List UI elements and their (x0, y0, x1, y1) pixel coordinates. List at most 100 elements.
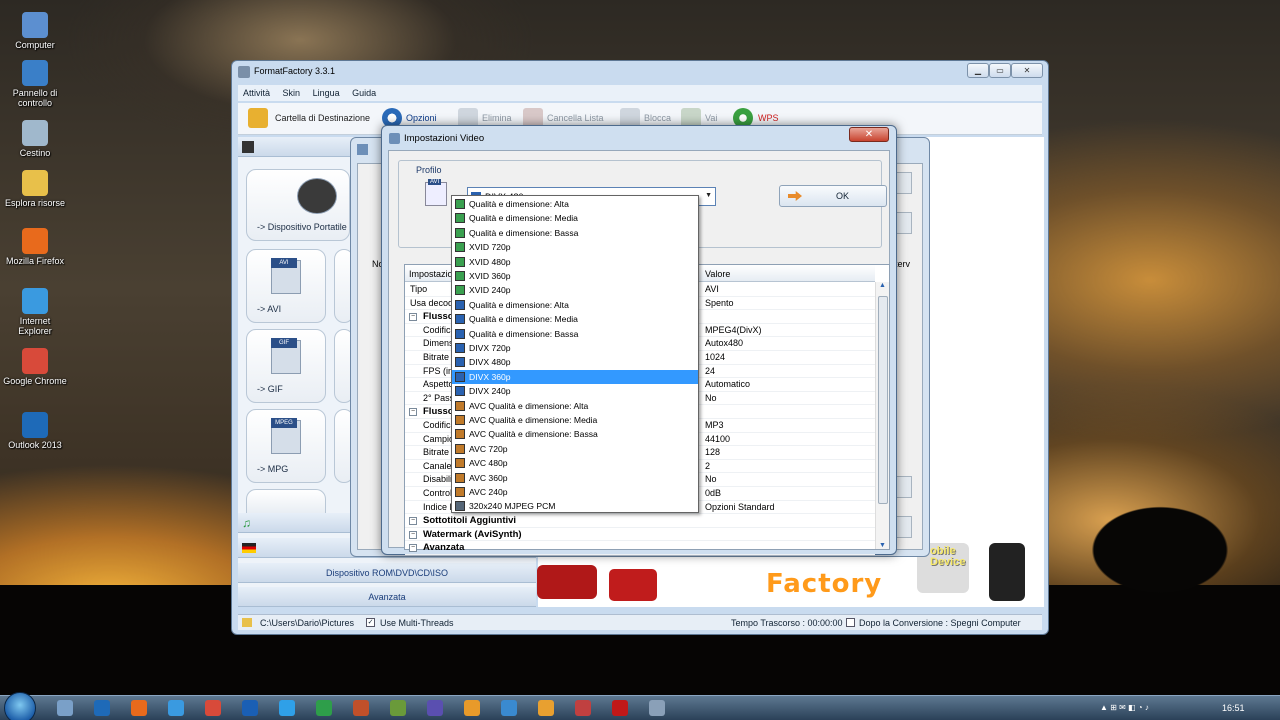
stop-button[interactable]: Blocca (644, 113, 671, 123)
dropdown-option[interactable]: AVC 720p (452, 442, 698, 456)
scroll-thumb[interactable] (878, 296, 888, 504)
desktop-icon[interactable]: Pannello di controllo (3, 60, 67, 108)
format-next[interactable] (246, 489, 326, 513)
desktop-icon[interactable]: Esplora risorse (3, 170, 67, 208)
format-avi[interactable]: AVI -> AVI (246, 249, 326, 323)
dropdown-option[interactable]: Qualità e dimensione: Bassa (452, 327, 698, 341)
dropdown-option[interactable]: XVID 480p (452, 255, 698, 269)
maximize-button[interactable]: ▭ (989, 63, 1011, 78)
close-button[interactable]: ✕ (1011, 63, 1043, 78)
go-button[interactable]: Vai (705, 113, 717, 123)
system-tray[interactable]: ▲ ⊞ ✉ ◧ ◔ ♪ (1100, 703, 1149, 712)
rom-category-bar[interactable]: Dispositivo ROM\DVD\CD\ISO (238, 563, 536, 583)
desktop-icon[interactable]: Internet Explorer (3, 288, 67, 336)
dropdown-option[interactable]: Qualità e dimensione: Media (452, 211, 698, 225)
format-gif[interactable]: GIF -> GIF (246, 329, 326, 403)
delete-button[interactable]: Elimina (482, 113, 512, 123)
dropdown-option[interactable]: XVID 360p (452, 269, 698, 283)
codec-icon (455, 199, 465, 209)
desktop-icon[interactable]: Outlook 2013 (3, 412, 67, 450)
expand-toggle-icon[interactable]: − (409, 544, 417, 553)
rom-category-label: Dispositivo ROM\DVD\CD\ISO (325, 568, 449, 578)
taskbar-app-icon[interactable] (131, 700, 147, 716)
format-label: -> GIF (257, 384, 283, 394)
taskbar-app-icon[interactable] (427, 700, 443, 716)
desktop-icon[interactable]: Computer (3, 12, 67, 50)
menu-guida[interactable]: Guida (347, 85, 381, 98)
menu-lingua[interactable]: Lingua (308, 85, 345, 98)
grid-scrollbar[interactable]: ▲ ▼ (875, 282, 889, 549)
dropdown-option[interactable]: AVC Qualità e dimensione: Bassa (452, 427, 698, 441)
desktop-icon[interactable]: Mozilla Firefox (3, 228, 67, 266)
options-button[interactable]: Opzioni (406, 113, 437, 123)
dropdown-option[interactable]: AVC 480p (452, 456, 698, 470)
expand-toggle-icon[interactable]: − (409, 313, 417, 322)
dropdown-option[interactable]: Qualità e dimensione: Alta (452, 197, 698, 211)
clock[interactable]: 16:51 (1222, 703, 1245, 713)
taskbar-app-icon[interactable] (612, 700, 628, 716)
taskbar-app-icon[interactable] (353, 700, 369, 716)
grid-row[interactable]: − Watermark (AviSynth) (405, 528, 875, 542)
dropdown-option-label: AVC 360p (469, 472, 508, 483)
dropdown-option[interactable]: AVC Qualità e dimensione: Alta (452, 399, 698, 413)
multithreads-label: Use Multi-Threads (380, 618, 454, 628)
expand-toggle-icon[interactable]: − (409, 408, 417, 417)
taskbar-app-icon[interactable] (464, 700, 480, 716)
destination-button[interactable]: Cartella di Destinazione (275, 113, 370, 123)
taskbar-app-icon[interactable] (316, 700, 332, 716)
advanced-category-bar[interactable]: Avanzata (238, 587, 536, 607)
taskbar-app-icon[interactable] (575, 700, 591, 716)
dropdown-option[interactable]: DIVX 720p (452, 341, 698, 355)
clear-list-button[interactable]: Cancella Lista (547, 113, 604, 123)
grid-row[interactable]: − Sottotitoli Aggiuntivi (405, 514, 875, 528)
scroll-up-icon[interactable]: ▲ (879, 282, 886, 289)
taskbar-app-icon[interactable] (57, 700, 73, 716)
menu-skin[interactable]: Skin (278, 85, 306, 98)
folder-icon[interactable] (248, 108, 268, 128)
dropdown-option[interactable]: AVC 360p (452, 471, 698, 485)
dropdown-option[interactable]: DIVX 480p (452, 355, 698, 369)
taskbar-app-icon[interactable] (94, 700, 110, 716)
format-portable-device[interactable]: -> Dispositivo Portatile (246, 169, 350, 241)
taskbar-app-icon[interactable] (501, 700, 517, 716)
dropdown-option[interactable]: Qualità e dimensione: Media (452, 312, 698, 326)
ok-button[interactable]: OK (779, 185, 887, 207)
taskbar-app-icon[interactable] (242, 700, 258, 716)
taskbar-app-icon[interactable] (649, 700, 665, 716)
minimize-button[interactable]: ▁ (967, 63, 989, 78)
output-path[interactable]: C:\Users\Dario\Pictures (260, 618, 354, 628)
codec-icon (455, 271, 465, 281)
expand-toggle-icon[interactable]: − (409, 517, 417, 526)
dropdown-option[interactable]: AVC Qualità e dimensione: Media (452, 413, 698, 427)
dropdown-option[interactable]: XVID 240p (452, 283, 698, 297)
desktop-icon[interactable]: Google Chrome (3, 348, 67, 386)
taskbar-app-icon[interactable] (205, 700, 221, 716)
dropdown-option[interactable]: DIVX 360p (452, 369, 698, 385)
dropdown-option[interactable]: AVC 240p (452, 485, 698, 499)
taskbar-app-icon[interactable] (538, 700, 554, 716)
menu-attivita[interactable]: Attività (238, 85, 275, 98)
dropdown-option[interactable]: Qualità e dimensione: Alta (452, 298, 698, 312)
format-mpg[interactable]: MPEG -> MPG (246, 409, 326, 483)
dialog-close-button[interactable]: ✕ (849, 127, 889, 142)
dropdown-option[interactable]: 320x240 MJPEG PCM (452, 499, 698, 512)
dropdown-option[interactable]: XVID 720p (452, 240, 698, 254)
codec-icon (455, 415, 465, 425)
profile-dropdown-list[interactable]: Qualità e dimensione: Alta Qualità e dime… (451, 195, 699, 513)
dropdown-option[interactable]: DIVX 240p (452, 384, 698, 398)
taskbar-app-icon[interactable] (168, 700, 184, 716)
expand-toggle-icon[interactable]: − (409, 530, 417, 539)
dropdown-option-label: AVC Qualità e dimensione: Media (469, 415, 598, 425)
taskbar-app-icon[interactable] (390, 700, 406, 716)
shutdown-checkbox[interactable] (846, 618, 855, 627)
grid-row[interactable]: − Avanzata (405, 541, 875, 555)
scroll-down-icon[interactable]: ▼ (879, 542, 886, 549)
dropdown-option-label: DIVX 240p (469, 386, 511, 397)
start-button[interactable] (4, 692, 36, 720)
codec-icon (455, 328, 465, 339)
desktop-icon[interactable]: Cestino (3, 120, 67, 158)
multithreads-checkbox[interactable]: ✓ (366, 618, 375, 627)
dropdown-option[interactable]: Qualità e dimensione: Bassa (452, 226, 698, 240)
wps-button[interactable]: WPS (758, 113, 779, 123)
taskbar-app-icon[interactable] (279, 700, 295, 716)
